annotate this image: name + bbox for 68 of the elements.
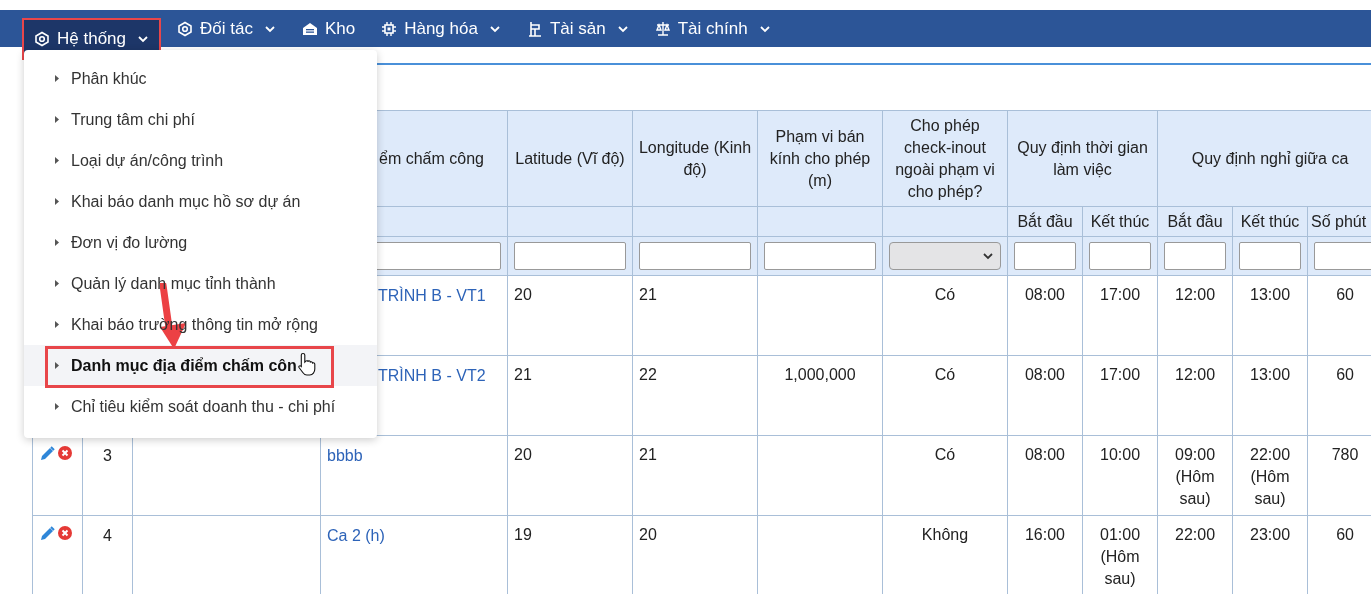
menu-item[interactable]: Phân khúc [24,58,377,99]
table-cell: Có [882,275,1008,356]
nav-menu-button[interactable]: Tài chính [644,10,781,47]
column-subheader: Bắt đầu [1007,206,1083,237]
filter-input-field[interactable] [639,242,751,270]
menu-item[interactable]: Đơn vị đo lường [24,222,377,263]
chip-icon [381,20,398,37]
caret-right-icon [55,157,59,164]
table-cell: 12:00 [1157,355,1233,436]
caret-right-icon [55,321,59,328]
table-cell: 21 [632,275,758,356]
caret-right-icon [55,198,59,205]
table-cell: 08:00 [1007,275,1083,356]
caret-right-icon [55,280,59,287]
table-cell: Có [882,435,1008,516]
table-cell: 13:00 [1232,355,1308,436]
caret-right-icon [55,116,59,123]
column-subheader: Kết thúc [1232,206,1308,237]
nav-menu-button[interactable]: Tài sản [516,10,639,47]
caret-right-icon [55,75,59,82]
nav-menu-button[interactable]: Đối tác [167,10,286,47]
table-cell: 12:00 [1157,275,1233,356]
delete-icon [58,446,72,460]
table-cell: 10:00 [1082,435,1158,516]
column-header: Phạm vi bán kính cho phép (m) [757,110,883,207]
table-cell: 20 [507,435,633,516]
table-cell: 21 [507,355,633,436]
column-subheader: Bắt đầu [1157,206,1233,237]
warehouse-icon [301,20,318,37]
delete-icon [58,526,72,540]
filter-input-field[interactable] [764,242,876,270]
column-header: Longitude (Kinh độ) [632,110,758,207]
table-cell: 08:00 [1007,355,1083,436]
dropdown-field[interactable] [889,242,1001,270]
table-cell: 21 [632,435,758,516]
filter-input-field[interactable] [1089,242,1151,270]
nav-menu-button[interactable]: Hàng hóa [371,10,511,47]
hand-cursor-icon [298,352,317,377]
table-cell: 13:00 [1232,275,1308,356]
table-cell: 20 [507,275,633,356]
table-cell: 22 [632,355,758,436]
table-cell: 08:00 [1007,435,1083,516]
filter-input-field[interactable] [1014,242,1076,270]
column-header: Quy định nghỉ giữa ca [1157,110,1371,207]
filter-input-field[interactable] [1164,242,1226,270]
chevron-down-icon [982,250,994,262]
column-header: Latitude (Vĩ độ) [507,110,633,207]
caret-right-icon [55,239,59,246]
table-cell: 17:00 [1082,275,1158,356]
chevron-down-icon [137,33,149,45]
caret-right-icon [55,403,59,410]
filter-input-field[interactable] [514,242,626,270]
nav-menu-button[interactable]: Kho [291,10,366,47]
column-subheader: Kết thúc [1082,206,1158,237]
scale-icon [654,20,671,37]
caret-right-icon [55,362,59,369]
hexagon-icon [177,20,193,37]
table-cell: 1,000,000 [757,355,883,436]
table-cell: 22:00 (Hôm sau) [1232,435,1308,516]
column-header: Quy định thời gian làm việc [1007,110,1158,207]
table-cell: Có [882,355,1008,436]
structure-icon [526,20,543,37]
filter-input-field[interactable] [1239,242,1301,270]
table-cell: 17:00 [1082,355,1158,436]
filter-input-field[interactable] [1314,242,1371,270]
table-cell: 09:00 (Hôm sau) [1157,435,1233,516]
hexagon-icon [34,31,50,47]
column-header: Cho phép check-inout ngoài phạm vi cho phép? [882,110,1008,207]
